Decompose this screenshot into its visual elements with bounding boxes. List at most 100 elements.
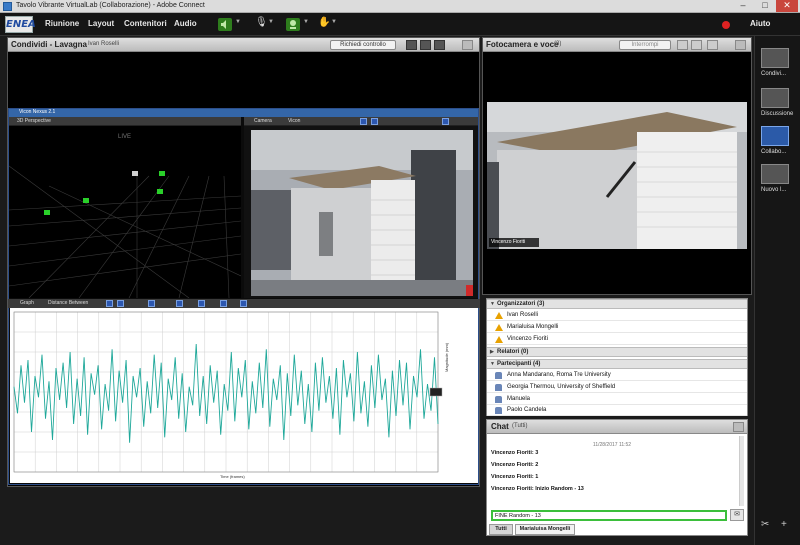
maximize-button[interactable]: □ [754,0,776,12]
list-view-icon[interactable] [691,40,702,50]
chat-tab-everyone[interactable]: Tutti [489,524,513,535]
chart-tool-d-button[interactable] [176,300,183,307]
chart-toolbar-sublabel: Distance Between [48,300,89,306]
waveform-chart[interactable]: Time (frames) Magnitude (mm) [10,308,478,483]
camera-tool-a-button[interactable] [360,118,367,125]
attendee-list-pod: ▼ Organizzatori (3) Ivan Roselli Marialui… [486,298,748,416]
share-pod-header: Condividi - Lavagna Ivan Roselli Richied… [8,38,479,52]
camera-pod-count: (3) [554,41,562,47]
attendee-row[interactable]: Georgia Thermou, University of Sheffield [487,382,747,393]
attendee-row[interactable]: Ivan Roselli [487,310,747,321]
3d-view-toolbar: 3D Perspective [9,117,241,126]
speaker-menu-chevron-icon[interactable]: ▼ [235,19,241,25]
camera-pod-menu-icon[interactable] [735,40,746,50]
minimize-button[interactable]: – [732,0,754,12]
attendee-row[interactable]: Anna Mandarano, Roma Tre University [487,370,747,381]
presenters-group-header[interactable]: ▶ Relatori (0) [487,347,747,357]
fit-width-icon[interactable] [406,40,417,50]
layout-share-thumb[interactable] [761,48,789,68]
chart-x-axis-label: Time (frames) [220,474,245,479]
send-icon: ✉ [734,511,740,518]
camera-tool-c-button[interactable] [442,118,449,125]
attendee-row[interactable]: Vincenzo Fioriti [487,334,747,345]
chart-tool-e-button[interactable] [198,300,205,307]
chat-pod: Chat (Tutti) 11/28/2017 11:52 Vincenzo F… [486,419,748,536]
camera-view-label: Camera [254,118,272,124]
menu-audio[interactable]: Audio [174,19,197,28]
share-pod-title: Condividi - Lavagna [11,40,88,49]
participant-icon [495,396,502,403]
menu-bar: ENEA Riunione Layout Contenitori Audio ▼… [0,13,800,36]
chat-message: Vincenzo Fioriti: Inizio Random - 13 [491,486,584,492]
menu-riunione[interactable]: Riunione [45,19,79,28]
menu-layout[interactable]: Layout [88,19,114,28]
3d-perspective-view[interactable]: 3D Perspective [9,117,241,298]
attendee-row[interactable]: Manuela [487,394,747,405]
3d-grid-graphic [9,165,241,298]
waveform-chart-svg [13,311,443,473]
webcam-toggle-button[interactable] [286,18,300,31]
host-icon [495,324,503,331]
camera-pod-header: Fotocamera e voce (3) Interrompi [483,38,751,52]
webcam-video-feed [487,102,747,249]
layout-collaboration-thumb[interactable] [761,126,789,146]
chat-date-separator: 11/28/2017 11:52 [592,442,632,448]
chat-title: Chat [491,422,509,431]
layout-new-thumb[interactable] [761,164,789,184]
chat-message-input[interactable]: FINE Random - 13 [491,510,727,521]
webcam-speaker-name: Vincenzo Fioriti [489,238,539,247]
webcam-menu-chevron-icon[interactable]: ▼ [303,19,309,25]
chat-tab-private[interactable]: Marialuisa Mongelli [515,524,575,535]
help-menu[interactable]: Aiuto [750,19,770,28]
layout-discussion-thumb[interactable] [761,88,789,108]
menu-contenitori[interactable]: Contenitori [124,19,167,28]
attendee-row[interactable]: Marialuisa Mongelli [487,322,747,333]
chart-tool-g-button[interactable] [240,300,247,307]
stop-camera-button[interactable]: Interrompi [619,40,671,50]
chart-tool-a-button[interactable] [106,300,113,307]
host-icon [495,336,503,343]
camera-view-sublabel: Vicon [288,118,301,124]
chart-tool-f-button[interactable] [220,300,227,307]
window-titlebar: Tavolo Vibrante VirtualLab (Collaborazio… [0,0,800,13]
camera-tool-b-button[interactable] [371,118,378,125]
3d-view-label: 3D Perspective [17,118,51,124]
microphone-icon[interactable]: 🎙 [255,17,268,28]
shake-table-camera-image [251,130,473,296]
participant-icon [495,372,502,379]
camera-view-toolbar: Camera Vicon [244,117,478,126]
fullscreen-icon[interactable] [420,40,431,50]
chart-tool-b-button[interactable] [117,300,124,307]
expand-icon[interactable] [434,40,445,50]
chat-menu-icon[interactable] [733,422,744,432]
status-menu-chevron-icon[interactable]: ▼ [331,19,337,25]
attendee-row[interactable]: Paolo Candela [487,405,747,416]
microphone-menu-chevron-icon[interactable]: ▼ [268,19,274,25]
raise-hand-icon[interactable]: ✋ [318,17,330,28]
shared-app-titlebar: Vicon Nexus 2.1 [9,109,478,117]
pod-menu-icon[interactable] [462,40,473,50]
chart-toolbar-label: Graph [20,300,34,306]
grid-view-icon[interactable] [677,40,688,50]
enea-logo: ENEA [5,16,36,33]
share-pod-presenter: Ivan Roselli [88,41,120,47]
request-control-button[interactable]: Richiedi controllo [330,40,396,50]
add-layout-icon[interactable]: + [781,519,787,530]
chat-scrollbar[interactable] [739,436,744,506]
chat-send-button[interactable]: ✉ [730,509,744,521]
shake-table-scene-graphic [251,130,473,296]
chat-message: Vincenzo Fioriti: 1 [491,474,539,480]
tools-icon[interactable]: ✂ [761,519,769,530]
speaker-toggle-button[interactable] [218,18,232,31]
close-button[interactable]: ✕ [776,0,798,12]
chart-toolbar: Graph Distance Between [8,299,480,308]
chart-tool-c-button[interactable] [148,300,155,307]
hosts-group-header[interactable]: ▼ Organizzatori (3) [487,299,747,309]
layout-discussion-label: Discussione [761,111,794,117]
recording-indicator-icon[interactable] [722,21,730,29]
chart-current-value-marker [429,387,443,397]
participants-group-header[interactable]: ▼ Partecipanti (4) [487,359,747,369]
camera-fullscreen-icon[interactable] [707,40,718,50]
chart-y-axis-label: Magnitude (mm) [444,342,449,372]
live-indicator: LIVE [118,134,132,140]
